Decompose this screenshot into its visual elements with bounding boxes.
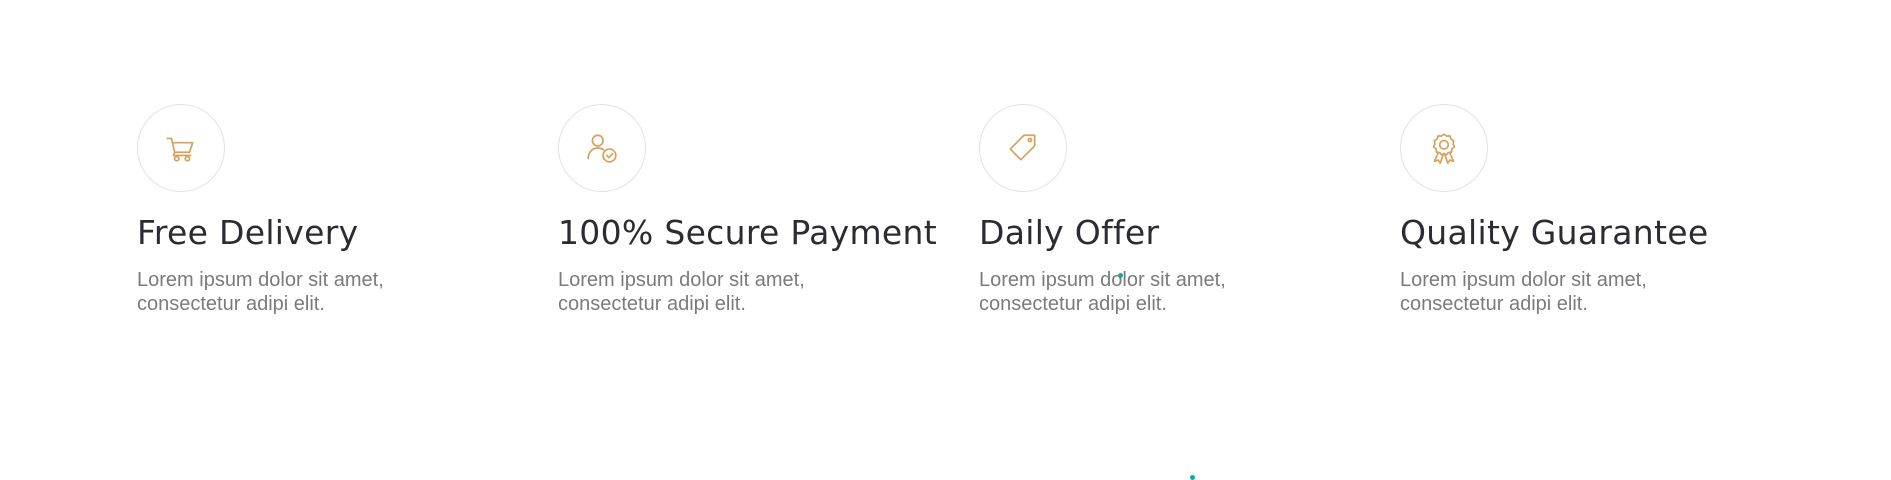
feature-description: Lorem ipsum dolor sit amet, consectetur … [979, 268, 1226, 315]
award-icon [1432, 133, 1456, 165]
decorative-dot [1118, 273, 1123, 278]
decorative-dot [1190, 475, 1195, 480]
feature-icon-circle [558, 104, 646, 192]
feature-secure-payment: 100% Secure Payment Lorem ipsum dolor si… [558, 104, 979, 316]
feature-description: Lorem ipsum dolor sit amet, consectetur … [558, 268, 805, 315]
page: Free Delivery Lorem ipsum dolor sit amet… [0, 0, 1891, 480]
user-check-icon [587, 134, 617, 163]
feature-title: Free Delivery [137, 213, 359, 252]
feature-title: Quality Guarantee [1400, 213, 1709, 252]
feature-description: Lorem ipsum dolor sit amet, consectetur … [137, 268, 384, 315]
feature-icon-circle [1400, 104, 1488, 192]
feature-title: 100% Secure Payment [558, 213, 937, 252]
tag-icon [1009, 134, 1036, 161]
features-row: Free Delivery Lorem ipsum dolor sit amet… [137, 104, 1821, 316]
feature-icon-circle [979, 104, 1067, 192]
feature-daily-offer: Daily Offer Lorem ipsum dolor sit amet, … [979, 104, 1400, 316]
feature-icon-circle [137, 104, 225, 192]
feature-description: Lorem ipsum dolor sit amet, consectetur … [1400, 268, 1647, 315]
cart-icon [166, 137, 194, 162]
feature-title: Daily Offer [979, 213, 1160, 252]
feature-quality-guarantee: Quality Guarantee Lorem ipsum dolor sit … [1400, 104, 1821, 316]
feature-free-delivery: Free Delivery Lorem ipsum dolor sit amet… [137, 104, 558, 316]
